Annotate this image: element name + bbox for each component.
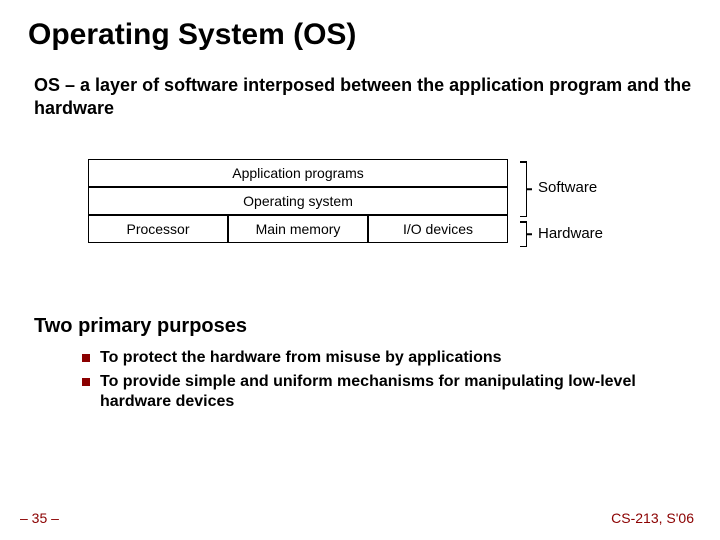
bullet-text: To provide simple and uniform mechanisms…: [100, 372, 692, 412]
layer-diagram: Application programs Operating system Pr…: [88, 159, 668, 269]
box-io-devices: I/O devices: [368, 215, 508, 243]
course-code: CS-213, S'06: [611, 510, 694, 526]
list-item: To protect the hardware from misuse by a…: [82, 348, 692, 368]
square-bullet-icon: [82, 378, 90, 386]
label-hardware: Hardware: [538, 225, 603, 242]
bracket-hardware: [516, 221, 527, 247]
slide-title: Operating System (OS): [28, 18, 692, 52]
purposes-list: To protect the hardware from misuse by a…: [82, 348, 692, 412]
bracket-software: [516, 161, 527, 217]
box-processor: Processor: [88, 215, 228, 243]
purposes-heading: Two primary purposes: [34, 315, 692, 338]
box-main-memory: Main memory: [228, 215, 368, 243]
label-software: Software: [538, 179, 597, 196]
square-bullet-icon: [82, 354, 90, 362]
slide-number: – 35 –: [20, 510, 59, 526]
os-definition: OS – a layer of software interposed betw…: [28, 74, 692, 119]
list-item: To provide simple and uniform mechanisms…: [82, 372, 692, 412]
box-application-programs: Application programs: [88, 159, 508, 187]
bullet-text: To protect the hardware from misuse by a…: [100, 348, 502, 368]
box-operating-system: Operating system: [88, 187, 508, 215]
